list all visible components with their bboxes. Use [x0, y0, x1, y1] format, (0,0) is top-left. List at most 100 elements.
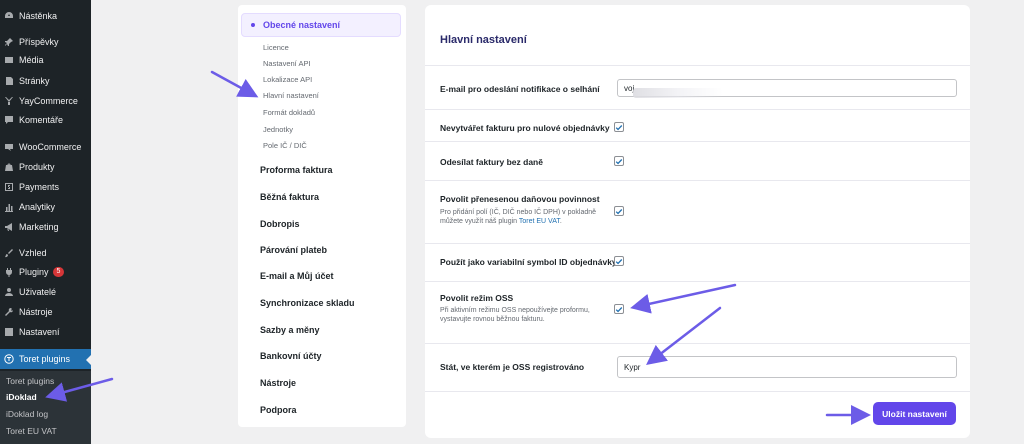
no-tax-invoice-label: Odesílat faktury bez daně	[440, 157, 543, 167]
checkmark-icon	[615, 124, 623, 130]
wp-menu-label: Média	[19, 55, 44, 65]
nav-active-label: Obecné nastavení	[263, 20, 341, 30]
wp-menu-payments[interactable]: Payments	[0, 177, 91, 197]
divider	[425, 141, 970, 142]
wp-menu-analytics[interactable]: Analytiky	[0, 197, 91, 217]
plugin-icon	[4, 267, 14, 277]
wp-menu-label: Pluginy	[19, 267, 49, 277]
wp-menu-label: Payments	[19, 182, 60, 192]
wp-menu-label: Uživatelé	[19, 287, 57, 297]
variable-symbol-label: Použít jako variabilní symbol ID objedná…	[440, 257, 617, 267]
oss-description: Při aktivním režimu OSS nepoužívejte pro…	[440, 307, 590, 324]
nav-sub-units[interactable]: Jednotky	[263, 125, 293, 134]
wp-menu-label: WooCommerce	[19, 142, 82, 152]
nav-sub-api-localization[interactable]: Lokalizace API	[263, 75, 312, 84]
nav-sub-api-settings[interactable]: Nastavení API	[263, 59, 311, 68]
dashboard-icon	[4, 11, 14, 21]
plugins-update-badge: 5	[52, 267, 65, 277]
woocommerce-icon	[4, 142, 14, 152]
nav-credit-note[interactable]: Dobropis	[260, 219, 300, 229]
divider	[425, 65, 970, 66]
wp-submenu-idoklad-log[interactable]: iDoklad log	[6, 409, 48, 419]
wp-menu-label: Stránky	[19, 76, 50, 86]
nav-regular-invoice[interactable]: Běžná faktura	[260, 192, 319, 202]
wp-menu-label: YayCommerce	[19, 96, 78, 106]
page-title: Hlavní nastavení	[440, 34, 527, 46]
media-icon	[4, 55, 14, 65]
oss-label: Povolit režim OSS	[440, 293, 514, 303]
wp-menu-settings[interactable]: Nastavení	[0, 322, 91, 342]
wp-submenu-toret-plugins[interactable]: Toret plugins	[6, 376, 54, 386]
nav-payment-matching[interactable]: Párování plateb	[260, 245, 327, 255]
users-icon	[4, 287, 14, 297]
wp-menu-appearance[interactable]: Vzhled	[0, 243, 91, 263]
wp-menu-label: Marketing	[19, 222, 59, 232]
wp-menu-tools[interactable]: Nástroje	[0, 302, 91, 322]
wp-menu-toret-plugins[interactable]: Toret plugins	[0, 349, 91, 369]
yaycommerce-icon	[4, 96, 14, 106]
wp-menu-label: Vzhled	[19, 248, 47, 258]
nav-sub-main-settings[interactable]: Hlavní nastavení	[263, 91, 319, 100]
wp-menu-pages[interactable]: Stránky	[0, 71, 91, 91]
no-zero-invoice-label: Nevytvářet fakturu pro nulové objednávky	[440, 123, 610, 133]
nav-sub-vat-id-fields[interactable]: Pole IČ / DIČ	[263, 141, 307, 150]
reverse-charge-description: Pro přidání polí (IČ, DIČ nebo IČ DPH) v…	[440, 209, 597, 226]
nav-sub-licence[interactable]: Licence	[263, 43, 289, 52]
wp-menu-label: Produkty	[19, 162, 55, 172]
nav-stock-sync[interactable]: Synchronizace skladu	[260, 298, 355, 308]
checkmark-icon	[615, 258, 623, 264]
wp-submenu: Toret plugins iDoklad iDoklad log Toret …	[0, 371, 91, 444]
wp-menu-dashboard[interactable]: Nástěnka	[0, 6, 91, 26]
nav-support[interactable]: Podpora	[260, 405, 297, 415]
redacted-blur	[633, 88, 723, 98]
analytics-icon	[4, 202, 14, 212]
nav-email-my-account[interactable]: E-mail a Můj účet	[260, 271, 334, 281]
toret-icon	[4, 354, 14, 364]
wp-menu-comments[interactable]: Komentáře	[0, 110, 91, 130]
reverse-charge-label: Povolit přenesenou daňovou povinnost	[440, 194, 600, 204]
checkmark-icon	[615, 208, 623, 214]
divider	[425, 343, 970, 344]
divider	[425, 109, 970, 110]
no-tax-invoice-checkbox[interactable]	[614, 156, 624, 166]
checkmark-icon	[615, 306, 623, 312]
wp-menu-label: Nástěnka	[19, 11, 58, 21]
nav-general-settings[interactable]: Obecné nastavení	[241, 13, 401, 37]
wp-menu-marketing[interactable]: Marketing	[0, 217, 91, 237]
divider	[425, 391, 970, 392]
wp-menu-label: Nástroje	[19, 307, 53, 317]
nav-bank-accounts[interactable]: Bankovní účty	[260, 351, 322, 361]
wp-menu-yaycommerce[interactable]: YayCommerce	[0, 91, 91, 111]
no-zero-invoice-checkbox[interactable]	[614, 122, 624, 132]
wp-menu-woocommerce[interactable]: WooCommerce	[0, 137, 91, 157]
oss-checkbox[interactable]	[614, 304, 624, 314]
oss-country-label: Stát, ve kterém je OSS registrováno	[440, 362, 585, 372]
wp-menu-label: Komentáře	[19, 115, 64, 125]
wp-submenu-idoklad[interactable]: iDoklad	[6, 392, 37, 402]
nav-sub-document-format[interactable]: Formát dokladů	[263, 108, 315, 117]
wp-menu-plugins[interactable]: Pluginy 5	[0, 262, 91, 282]
nav-rates-currencies[interactable]: Sazby a měny	[260, 325, 320, 335]
payments-icon	[4, 182, 14, 192]
divider	[425, 281, 970, 282]
nav-tools[interactable]: Nástroje	[260, 378, 296, 388]
divider	[425, 180, 970, 181]
email-label: E-mail pro odeslání notifikace o selhání	[440, 84, 600, 94]
megaphone-icon	[4, 222, 14, 232]
toret-eu-vat-link[interactable]: Toret EU VAT	[519, 218, 560, 225]
reverse-charge-checkbox[interactable]	[614, 206, 624, 216]
oss-country-field[interactable]	[617, 356, 957, 378]
wp-submenu-toret-eu-vat[interactable]: Toret EU VAT	[6, 426, 57, 436]
brush-icon	[4, 248, 14, 258]
wp-menu-products[interactable]: Produkty	[0, 157, 91, 177]
active-dot-icon	[251, 23, 255, 27]
wp-menu-media[interactable]: Média	[0, 50, 91, 70]
save-settings-button[interactable]: Uložit nastavení	[873, 402, 956, 425]
products-icon	[4, 162, 14, 172]
variable-symbol-checkbox[interactable]	[614, 256, 624, 266]
wp-admin-sidebar: Nástěnka Příspěvky Média Stránky YayComm…	[0, 0, 91, 444]
wp-menu-label: Toret plugins	[19, 354, 71, 364]
wp-menu-posts[interactable]: Příspěvky	[0, 32, 91, 52]
nav-proforma-invoice[interactable]: Proforma faktura	[260, 165, 333, 175]
wp-menu-users[interactable]: Uživatelé	[0, 282, 91, 302]
